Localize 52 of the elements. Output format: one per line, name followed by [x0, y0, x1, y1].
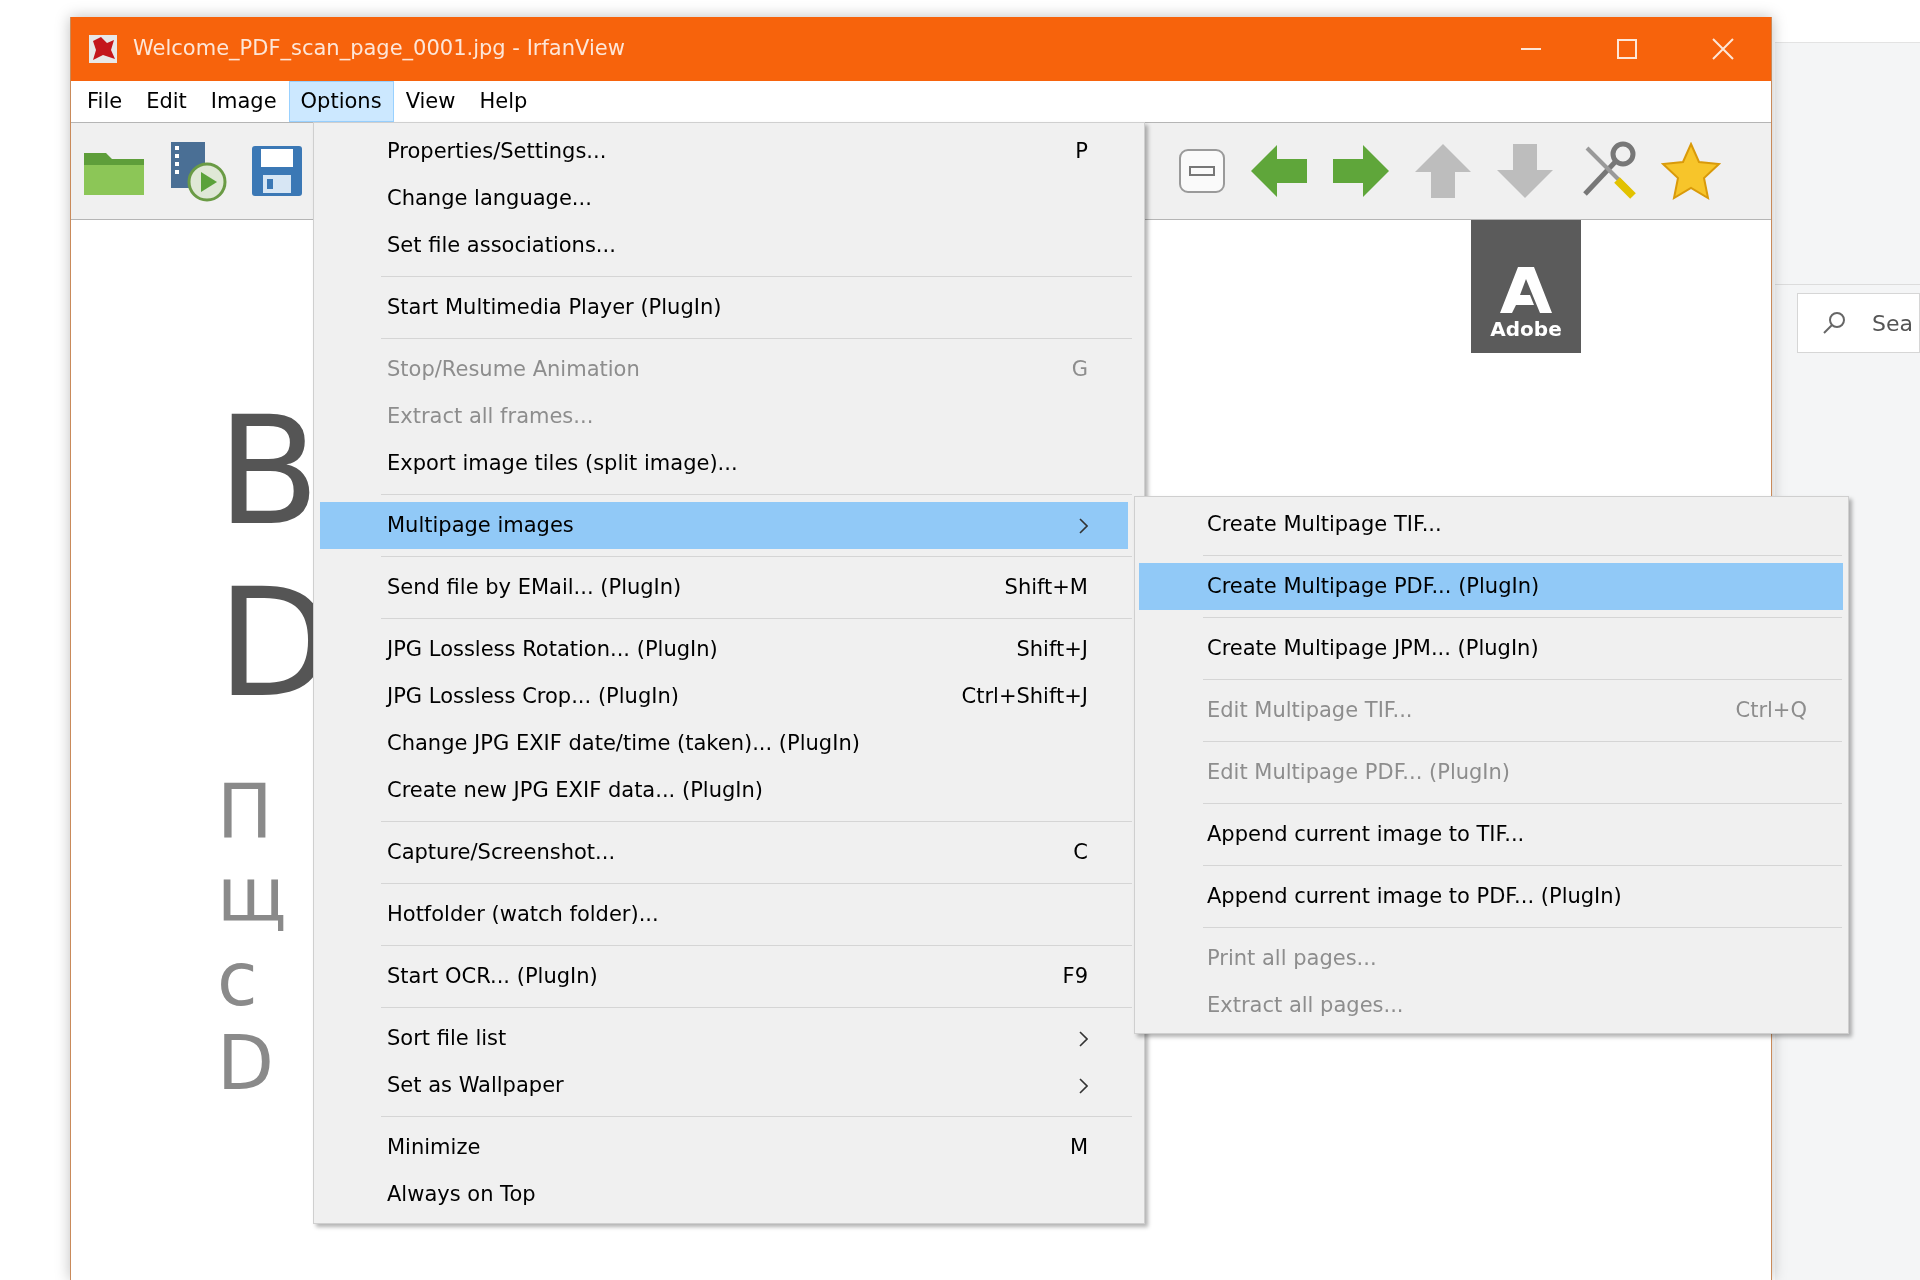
- minus-button-icon[interactable]: [1177, 147, 1227, 195]
- menu-item[interactable]: JPG Lossless Rotation... (PlugIn) Shift+J: [320, 626, 1128, 673]
- menu-bar-item[interactable]: Help: [467, 81, 540, 122]
- menu-item[interactable]: Create Multipage PDF... (PlugIn): [1139, 563, 1843, 610]
- menu-bar-item[interactable]: File: [75, 81, 135, 122]
- menu-item[interactable]: Create Multipage TIF...: [1139, 501, 1843, 548]
- body-text: щ: [217, 853, 288, 937]
- menu-item[interactable]: Create Multipage JPM... (PlugIn): [1139, 625, 1843, 672]
- menu-item[interactable]: Append current image to PDF... (PlugIn): [1139, 873, 1843, 920]
- menu-item[interactable]: Start Multimedia Player (PlugIn): [320, 284, 1128, 331]
- menu-item[interactable]: Capture/Screenshot... C: [320, 829, 1128, 876]
- menu-item[interactable]: Multipage images: [320, 502, 1128, 549]
- maximize-icon: [1617, 39, 1637, 59]
- menu-item[interactable]: Set as Wallpaper: [320, 1062, 1128, 1109]
- body-text: D: [217, 1021, 275, 1105]
- menu-item[interactable]: Send file by EMail... (PlugIn) Shift+M: [320, 564, 1128, 611]
- menu-item[interactable]: Set file associations...: [320, 222, 1128, 269]
- chevron-right-icon: [1079, 1030, 1088, 1047]
- menu-item[interactable]: Export image tiles (split image)...: [320, 440, 1128, 487]
- app-icon: [87, 33, 119, 65]
- left-arrow-icon[interactable]: [1249, 143, 1309, 199]
- minimize-icon: [1521, 48, 1541, 50]
- menu-item[interactable]: Properties/Settings... P: [320, 128, 1128, 175]
- window-title: Welcome_PDF_scan_page_0001.jpg - IrfanView: [133, 35, 625, 63]
- menu-item[interactable]: Change JPG EXIF date/time (taken)... (PlugIn): [320, 720, 1128, 767]
- heading-letter: B: [217, 385, 321, 557]
- menu-item[interactable]: Hotfolder (watch folder)...: [320, 891, 1128, 938]
- menu-item[interactable]: Start OCR... (PlugIn) F9: [320, 953, 1128, 1000]
- search-icon: [1821, 310, 1847, 336]
- menu-item[interactable]: Sort file list: [320, 1015, 1128, 1062]
- chevron-right-icon: [1079, 1077, 1088, 1094]
- right-arrow-icon[interactable]: [1331, 143, 1391, 199]
- menu-item[interactable]: JPG Lossless Crop... (PlugIn) Ctrl+Shift+J: [320, 673, 1128, 720]
- menu-item[interactable]: Append current image to TIF...: [1139, 811, 1843, 858]
- down-arrow-icon[interactable]: [1495, 142, 1555, 200]
- menu-item[interactable]: Minimize M: [320, 1124, 1128, 1171]
- star-icon[interactable]: [1661, 142, 1721, 200]
- menu-item[interactable]: Create new JPG EXIF data... (PlugIn): [320, 767, 1128, 814]
- menu-item[interactable]: Always on Top: [320, 1171, 1128, 1218]
- menu-bar-item[interactable]: Edit: [134, 81, 199, 122]
- menu-bar-item[interactable]: Image: [198, 81, 289, 122]
- logo-mark-icon: [1498, 265, 1554, 315]
- up-arrow-icon[interactable]: [1413, 142, 1473, 200]
- menu-bar-item[interactable]: Options: [288, 81, 394, 122]
- search-field[interactable]: Sea: [1797, 293, 1920, 353]
- body-text: с: [217, 937, 259, 1021]
- body-text: П: [217, 769, 274, 853]
- logo-text: Adobe: [1490, 319, 1562, 339]
- close-icon: [1712, 38, 1734, 60]
- menu-item[interactable]: Change language...: [320, 175, 1128, 222]
- menu-bar-item[interactable]: View: [393, 81, 468, 122]
- chevron-right-icon: [1079, 517, 1088, 534]
